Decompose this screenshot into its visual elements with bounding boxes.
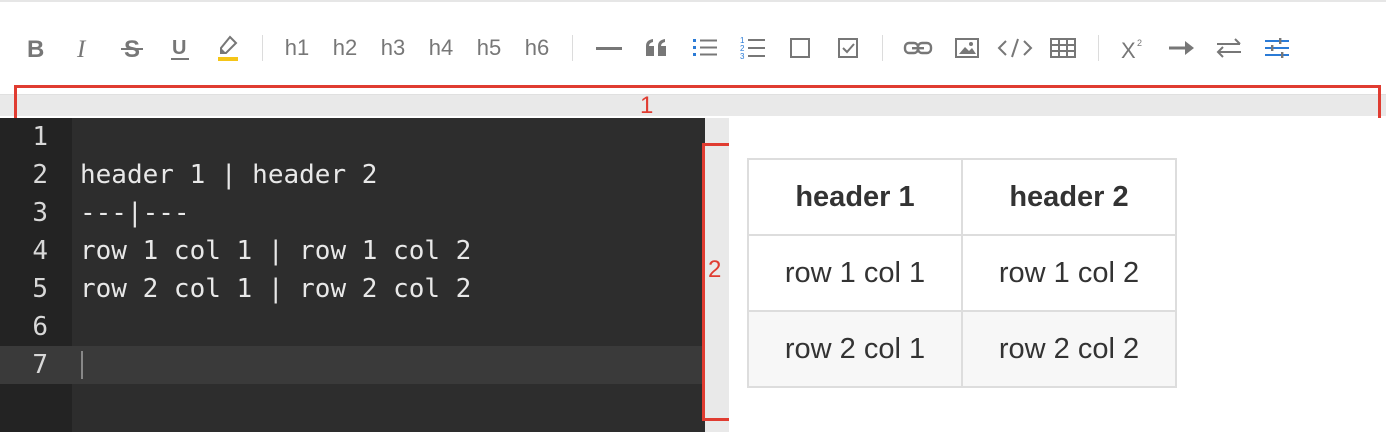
text-cursor [81, 351, 83, 379]
svg-text:I: I [76, 36, 87, 61]
italic-button[interactable]: I [70, 26, 98, 70]
blockquote-icon [646, 39, 666, 56]
highlight-button[interactable] [214, 26, 242, 70]
swap-button[interactable] [1214, 26, 1244, 70]
heading-3-label: h3 [380, 35, 406, 60]
editor-line[interactable]: 4 row 1 col 1 | row 1 col 2 [0, 232, 705, 270]
table-cell: row 2 col 1 [747, 310, 963, 388]
heading-1-label: h1 [284, 35, 310, 60]
checked-checkbox-icon [838, 38, 858, 58]
link-icon [903, 41, 933, 55]
line-number: 5 [32, 274, 48, 304]
bullet-list-icon [693, 39, 717, 56]
checkbox-icon [790, 38, 810, 58]
line-text: header 1 | header 2 [80, 160, 378, 190]
bold-icon: B [27, 36, 44, 61]
checkbox-button[interactable] [786, 26, 814, 70]
settings-sliders-button[interactable] [1262, 26, 1292, 70]
svg-text:3: 3 [740, 52, 745, 61]
table-header-cell: header 2 [961, 158, 1177, 236]
line-number: 2 [32, 160, 48, 190]
underline-icon: U [171, 37, 189, 60]
preview-table: header 1 header 2 row 1 col 1 row 1 col … [747, 158, 1177, 388]
numbered-list-button[interactable]: 1 2 3 [738, 26, 768, 70]
table-cell: row 1 col 1 [747, 234, 963, 312]
superscript-icon: X 2 [1121, 38, 1142, 60]
strikethrough-icon: S [121, 36, 143, 61]
preview-pane: header 1 header 2 row 1 col 1 row 1 col … [729, 118, 1386, 432]
svg-text:U: U [172, 37, 186, 59]
toolbar-separator [882, 35, 883, 61]
line-number: 7 [32, 350, 48, 380]
numbered-list-icon: 1 2 3 [740, 36, 765, 61]
table-header-cell: header 1 [747, 158, 963, 236]
line-number: 1 [32, 122, 48, 152]
code-icon [997, 38, 1033, 58]
svg-text:X: X [1121, 38, 1136, 60]
editor-line[interactable]: 1 [0, 118, 705, 156]
editor-line[interactable]: 2 header 1 | header 2 [0, 156, 705, 194]
toolbar-separator [1098, 35, 1099, 61]
table-cell: row 1 col 2 [961, 234, 1177, 312]
arrow-right-button[interactable] [1166, 26, 1196, 70]
checked-checkbox-button[interactable] [834, 26, 862, 70]
highlight-icon [218, 35, 238, 61]
heading-4-label: h4 [428, 35, 454, 60]
line-number: 3 [32, 198, 48, 228]
table-row: row 2 col 1 row 2 col 2 [747, 310, 1177, 388]
superscript-button[interactable]: X 2 [1118, 26, 1148, 70]
editor-line-active[interactable]: 7 [0, 346, 705, 384]
arrow-right-icon [1169, 41, 1194, 55]
line-text: row 1 col 1 | row 1 col 2 [80, 236, 472, 266]
strikethrough-button[interactable]: S [117, 26, 147, 70]
table-header-row: header 1 header 2 [747, 158, 1177, 236]
top-divider [0, 0, 1386, 2]
horizontal-rule-icon [596, 47, 622, 50]
settings-sliders-icon [1265, 38, 1289, 58]
horizontal-rule-button[interactable] [594, 26, 624, 70]
editor-line[interactable]: 5 row 2 col 1 | row 2 col 2 [0, 270, 705, 308]
image-button[interactable] [952, 26, 982, 70]
underline-button[interactable]: U [166, 26, 194, 70]
editor-toolbar: B I S U h1 h2 h3 h4 h5 h6 1 2 3 X 2 [0, 26, 1386, 70]
code-button[interactable] [996, 26, 1034, 70]
heading-6-button[interactable]: h6 [520, 26, 554, 70]
svg-text:2: 2 [1137, 38, 1142, 48]
bold-button[interactable]: B [22, 26, 50, 70]
table-row: row 1 col 1 row 1 col 2 [747, 234, 1177, 312]
heading-6-label: h6 [524, 35, 550, 60]
heading-1-button[interactable]: h1 [280, 26, 314, 70]
table-cell: row 2 col 2 [961, 310, 1177, 388]
heading-5-label: h5 [476, 35, 502, 60]
editor-line[interactable]: 3 ---|--- [0, 194, 705, 232]
bullet-list-button[interactable] [690, 26, 720, 70]
editor-line[interactable]: 6 [0, 308, 705, 346]
toolbar-separator [572, 35, 573, 61]
heading-4-button[interactable]: h4 [424, 26, 458, 70]
image-icon [955, 38, 979, 58]
toolbar-separator [262, 35, 263, 61]
heading-5-button[interactable]: h5 [472, 26, 506, 70]
table-icon [1050, 38, 1076, 58]
link-button[interactable] [902, 26, 934, 70]
blockquote-button[interactable] [642, 26, 672, 70]
heading-2-button[interactable]: h2 [328, 26, 362, 70]
markdown-editor[interactable]: 1 2 header 1 | header 2 3 ---|--- 4 row 1 c… [0, 118, 705, 432]
swap-icon [1216, 38, 1241, 58]
annotation-label-2: 2 [708, 256, 722, 283]
svg-text:B: B [27, 36, 44, 61]
heading-2-label: h2 [332, 35, 358, 60]
italic-icon: I [76, 36, 87, 61]
line-text: ---|--- [80, 198, 190, 228]
line-number: 6 [32, 312, 48, 342]
line-number: 4 [32, 236, 48, 266]
heading-3-button[interactable]: h3 [376, 26, 410, 70]
table-button[interactable] [1048, 26, 1078, 70]
annotation-label-1: 1 [640, 92, 654, 119]
line-text: row 2 col 1 | row 2 col 2 [80, 274, 472, 304]
